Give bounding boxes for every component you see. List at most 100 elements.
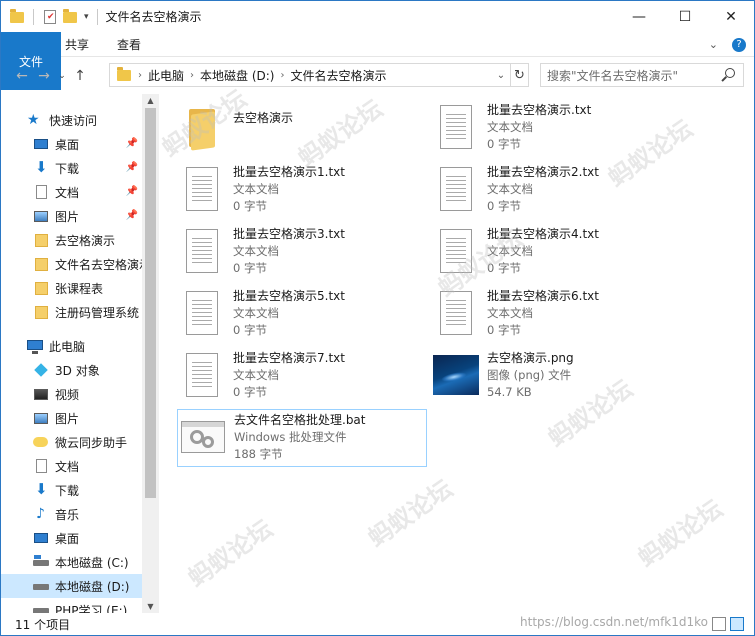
image-file-icon bbox=[431, 348, 481, 402]
nav-pictures[interactable]: 图片 bbox=[1, 406, 142, 430]
file-item[interactable]: 批量去空格演示7.txt 文本文档 0 字节 bbox=[177, 348, 427, 406]
nav-documents-pinned[interactable]: 文档 📌 bbox=[1, 180, 142, 204]
explorer-window: ✔ ▾ 文件名去空格演示 — ☐ ✕ 文件 主页 共享 查看 ⌄ ? ← → ⌄… bbox=[0, 0, 755, 636]
file-item[interactable]: 批量去空格演示1.txt 文本文档 0 字节 bbox=[177, 162, 427, 220]
search-icon bbox=[725, 68, 735, 78]
nav-desktop-pinned[interactable]: 桌面 📌 bbox=[1, 132, 142, 156]
nav-label: 张课程表 bbox=[55, 281, 104, 296]
scroll-down-icon[interactable]: ▼ bbox=[142, 602, 159, 611]
file-size: 0 字节 bbox=[487, 199, 521, 213]
toolbar-divider bbox=[96, 8, 98, 25]
crumb-separator: › bbox=[190, 69, 195, 81]
file-type: 文本文档 bbox=[487, 120, 533, 134]
folder-icon bbox=[9, 8, 25, 25]
nav-label: 注册码管理系统 bbox=[55, 305, 140, 320]
minimize-button[interactable]: — bbox=[616, 1, 662, 32]
nav-label: 文档 bbox=[55, 185, 80, 200]
nav-label: 本地磁盘 (D:) bbox=[55, 579, 130, 594]
customize-toolbar-icon[interactable]: ▾ bbox=[84, 12, 89, 22]
nav-pictures-pinned[interactable]: 图片 📌 bbox=[1, 204, 142, 228]
back-button[interactable]: ← bbox=[11, 68, 33, 84]
file-type: 文本文档 bbox=[487, 244, 533, 258]
nav-label: 音乐 bbox=[55, 507, 80, 522]
video-icon bbox=[33, 386, 49, 402]
file-item[interactable]: 去空格演示.png 图像 (png) 文件 54.7 KB bbox=[431, 348, 681, 406]
nav-downloads[interactable]: ⬇ 下载 bbox=[1, 478, 142, 502]
file-name: 批量去空格演示3.txt bbox=[233, 227, 345, 241]
nav-drive-e[interactable]: PHP学习 (E:) bbox=[1, 598, 142, 613]
nav-documents[interactable]: 文档 bbox=[1, 454, 142, 478]
up-button[interactable]: ↑ bbox=[69, 68, 91, 84]
document-icon bbox=[33, 458, 49, 474]
nav-folder-filename-demo[interactable]: 文件名去空格演示 bbox=[1, 252, 142, 276]
file-item[interactable]: 批量去空格演示2.txt 文本文档 0 字节 bbox=[431, 162, 681, 220]
tab-view[interactable]: 查看 bbox=[103, 32, 155, 56]
cloud-icon bbox=[33, 434, 49, 450]
close-button[interactable]: ✕ bbox=[708, 1, 754, 32]
pin-icon: 📌 bbox=[125, 210, 138, 221]
nav-label: 下载 bbox=[55, 161, 80, 176]
scroll-up-icon[interactable]: ▲ bbox=[142, 96, 159, 105]
forward-button[interactable]: → bbox=[33, 68, 55, 84]
nav-videos[interactable]: 视频 bbox=[1, 382, 142, 406]
file-item[interactable]: 批量去空格演示6.txt 文本文档 0 字节 bbox=[431, 286, 681, 344]
properties-icon[interactable]: ✔ bbox=[44, 9, 56, 24]
file-item[interactable]: 去空格演示 bbox=[177, 100, 427, 158]
scroll-thumb[interactable] bbox=[145, 108, 156, 498]
details-view-icon[interactable] bbox=[712, 617, 726, 631]
quick-access-toolbar: ✔ ▾ bbox=[9, 8, 100, 25]
nav-folder-license-system[interactable]: 注册码管理系统 bbox=[1, 300, 142, 324]
file-item[interactable]: 批量去空格演示4.txt 文本文档 0 字节 bbox=[431, 224, 681, 282]
file-item[interactable]: 批量去空格演示5.txt 文本文档 0 字节 bbox=[177, 286, 427, 344]
nav-label: 微云同步助手 bbox=[55, 435, 128, 450]
expand-ribbon-icon[interactable]: ⌄ bbox=[709, 38, 718, 51]
window-controls: — ☐ ✕ bbox=[616, 1, 754, 32]
crumb-this-pc[interactable]: 此电脑 bbox=[148, 67, 184, 84]
nav-quick-access[interactable]: ★ 快速访问 bbox=[1, 108, 142, 132]
file-name: 批量去空格演示5.txt bbox=[233, 289, 345, 303]
address-dropdown-icon[interactable]: ⌄ bbox=[492, 70, 510, 81]
file-name: 批量去空格演示.txt bbox=[487, 103, 592, 117]
nav-drive-d[interactable]: 本地磁盘 (D:) bbox=[1, 574, 142, 598]
file-size: 0 字节 bbox=[487, 261, 521, 275]
nav-weiyun-sync[interactable]: 微云同步助手 bbox=[1, 430, 142, 454]
nav-folder-quspace-demo[interactable]: 去空格演示 bbox=[1, 228, 142, 252]
nav-label: 桌面 bbox=[55, 531, 80, 546]
nav-downloads-pinned[interactable]: ⬇ 下载 📌 bbox=[1, 156, 142, 180]
tiles-view-icon[interactable] bbox=[730, 617, 744, 631]
nav-folder-schedule[interactable]: 张课程表 bbox=[1, 276, 142, 300]
navigation-pane: ★ 快速访问 桌面 📌 ⬇ 下载 📌 文档 📌 图片 📌 去空格演示 文件名去空… bbox=[1, 94, 159, 613]
nav-desktop[interactable]: 桌面 bbox=[1, 526, 142, 550]
watermark-url: https://blog.csdn.net/mfk1d1ko bbox=[520, 615, 708, 629]
file-item[interactable]: 批量去空格演示3.txt 文本文档 0 字节 bbox=[177, 224, 427, 282]
maximize-button[interactable]: ☐ bbox=[662, 1, 708, 32]
music-icon: ♪ bbox=[36, 506, 45, 522]
nav-label: PHP学习 (E:) bbox=[55, 603, 128, 614]
new-folder-icon[interactable] bbox=[62, 8, 78, 25]
nav-this-pc[interactable]: 此电脑 bbox=[1, 334, 142, 358]
crumb-current-folder[interactable]: 文件名去空格演示 bbox=[290, 67, 386, 84]
file-type: Windows 批处理文件 bbox=[234, 430, 347, 444]
drive-icon bbox=[33, 602, 49, 613]
help-icon[interactable]: ? bbox=[732, 37, 746, 52]
file-name: 去文件名空格批处理.bat bbox=[234, 413, 366, 427]
address-bar[interactable]: › 此电脑 › 本地磁盘 (D:) › 文件名去空格演示 ⌄ ↻ bbox=[109, 63, 529, 87]
recent-locations-icon[interactable]: ⌄ bbox=[55, 71, 69, 81]
nav-3d-objects[interactable]: 3D 对象 bbox=[1, 358, 142, 382]
crumb-separator: › bbox=[280, 69, 285, 81]
file-size: 54.7 KB bbox=[487, 385, 532, 399]
drive-c-icon bbox=[33, 554, 49, 570]
search-input[interactable]: 搜索"文件名去空格演示" bbox=[540, 63, 744, 87]
crumb-drive-d[interactable]: 本地磁盘 (D:) bbox=[200, 67, 274, 84]
nav-music[interactable]: ♪ 音乐 bbox=[1, 502, 142, 526]
nav-drive-c[interactable]: 本地磁盘 (C:) bbox=[1, 550, 142, 574]
desktop-icon bbox=[33, 136, 49, 152]
text-file-icon bbox=[431, 100, 481, 154]
file-item[interactable]: 批量去空格演示.txt 文本文档 0 字节 bbox=[431, 100, 681, 158]
nav-label: 文件名去空格演示 bbox=[55, 257, 142, 272]
file-item-selected[interactable]: 去文件名空格批处理.bat Windows 批处理文件 188 字节 bbox=[177, 409, 427, 467]
refresh-icon[interactable]: ↻ bbox=[510, 64, 528, 86]
nav-scrollbar[interactable]: ▲ ▼ bbox=[142, 94, 159, 613]
cube-icon bbox=[33, 362, 49, 378]
watermark: 蚂蚁论坛 bbox=[363, 474, 458, 553]
